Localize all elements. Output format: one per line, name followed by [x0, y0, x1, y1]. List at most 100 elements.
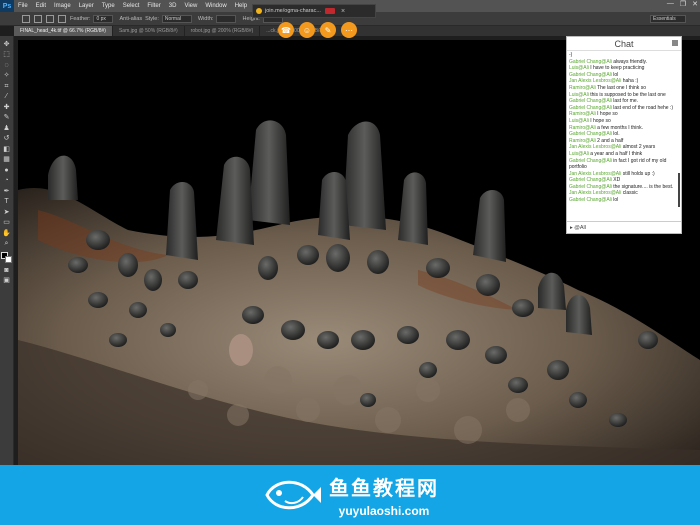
chat-message-user: Ramiro@Ali: [569, 111, 596, 118]
chat-message-text: almost 2 years: [622, 144, 656, 151]
tab-robot[interactable]: robot.jpg @ 200% (RGB/8#): [185, 26, 261, 36]
chat-message: Ramiro@Ali 2 and a half: [569, 138, 677, 145]
chat-button[interactable]: ✎: [320, 22, 336, 38]
menu-edit[interactable]: Edit: [36, 3, 46, 9]
brush-tool-icon[interactable]: ✎: [2, 114, 11, 123]
selection-add-icon[interactable]: [46, 14, 54, 23]
chat-message: Gabriel Chang@Ali lol: [569, 72, 677, 79]
chat-message: Ramiro@Ali I hope so: [569, 111, 677, 118]
menu-window[interactable]: Window: [205, 3, 226, 9]
chat-message-text: I hope so: [597, 111, 618, 118]
screen-mode-icon[interactable]: ▣: [2, 277, 11, 286]
chat-message: Luis@Ali I hope so: [569, 118, 677, 125]
tools-panel: ✥ ⬚ ◌ ✧ ⌗ ⁄ ✚ ✎ ♟ ↺ ◧ ▦ ● ◔ ✒ T ➤ ▭ ✋ ⌕ …: [0, 36, 14, 465]
chat-close-icon[interactable]: [672, 40, 678, 46]
menu-view[interactable]: View: [184, 3, 197, 9]
screenshare-url[interactable]: join.me/ogma-charac...: [265, 8, 321, 14]
background-color-swatch[interactable]: [4, 256, 12, 263]
chat-message-text: this is supposed to be the last one: [590, 91, 666, 98]
chat-input[interactable]: ▸ @All: [567, 221, 681, 233]
dodge-tool-icon[interactable]: ◔: [2, 177, 11, 186]
menu-select[interactable]: Select: [123, 3, 140, 9]
eyedropper-tool-icon[interactable]: ⁄: [2, 93, 11, 102]
chat-message-text: the signature.... is the best.: [613, 183, 674, 190]
chat-message: Jan Alexis Lesbros@Ali still holds up :): [569, 171, 677, 178]
menu-3d[interactable]: 3D: [169, 3, 177, 9]
history-brush-tool-icon[interactable]: ↺: [2, 135, 11, 144]
blur-tool-icon[interactable]: ●: [2, 166, 11, 175]
gradient-tool-icon[interactable]: ▦: [2, 156, 11, 165]
photoshop-logo: Ps: [0, 0, 14, 12]
call-button[interactable]: ☎: [278, 22, 294, 38]
chat-title: Chat: [567, 37, 681, 51]
screenshare-overlay: join.me/ogma-charac... × ☎ ☺ ✎ ⋯: [252, 4, 376, 46]
record-indicator-icon[interactable]: [324, 8, 335, 14]
selection-subtract-icon[interactable]: [58, 14, 66, 23]
menu-type[interactable]: Type: [102, 3, 115, 9]
chat-message: Jan Alexis Lesbros@Ali haha :): [569, 78, 677, 85]
chat-message-user: Gabriel Chang@Ali: [569, 71, 612, 78]
chat-message-user: Jan Alexis Lesbros@Ali: [569, 144, 622, 151]
chat-message-user: Luis@Ali: [569, 117, 589, 124]
stamp-tool-icon[interactable]: ♟: [2, 124, 11, 133]
selection-mode-icon[interactable]: [34, 14, 42, 23]
close-icon[interactable]: ×: [341, 8, 345, 15]
restore-button[interactable]: ❐: [680, 0, 686, 8]
menu-image[interactable]: Image: [54, 3, 71, 9]
chat-input-value: @All: [574, 225, 586, 231]
marquee-preset-icon[interactable]: [22, 14, 30, 23]
chat-message-text: haha :): [622, 78, 639, 85]
chat-message-user: Gabriel Chang@Ali: [569, 58, 612, 65]
move-tool-icon[interactable]: ✥: [2, 40, 11, 49]
chat-message-user: Jan Alexis Lesbros@Ali: [569, 170, 622, 177]
chat-message-text: 2 and a half: [597, 137, 624, 144]
chat-panel: Chat -) Gabriel Chang@Ali always friendly…: [566, 36, 682, 234]
antialias-label[interactable]: Anti-alias: [119, 16, 142, 22]
magic-wand-tool-icon[interactable]: ✧: [2, 72, 11, 81]
shape-tool-icon[interactable]: ▭: [2, 219, 11, 228]
type-tool-icon[interactable]: T: [2, 198, 11, 207]
chat-message-user: Jan Alexis Lesbros@Ali: [569, 190, 622, 197]
menu-help[interactable]: Help: [235, 3, 247, 9]
chat-message: Gabriel Chang@Ali lol.: [569, 131, 677, 138]
tab-sam[interactable]: Sam.jpg @ 50% (RGB/8#): [113, 26, 185, 36]
window-controls: — ❐ ✕: [667, 0, 698, 8]
chat-scrollbar[interactable]: [678, 173, 680, 207]
chat-message-text: classic: [622, 190, 638, 197]
workspace-select[interactable]: Essentials: [650, 15, 686, 23]
chat-message-user: Gabriel Chang@Ali: [569, 104, 612, 111]
site-name: 鱼鱼教程网: [329, 478, 439, 500]
chat-message-text: always friendly.: [613, 58, 648, 65]
pen-tool-icon[interactable]: ✒: [2, 187, 11, 196]
width-input[interactable]: [216, 14, 237, 23]
hand-tool-icon[interactable]: ✋: [2, 229, 11, 238]
color-swatches[interactable]: [0, 252, 13, 264]
path-select-tool-icon[interactable]: ➤: [2, 208, 11, 217]
chat-message-text: lol: [613, 71, 619, 78]
menu-file[interactable]: File: [18, 3, 28, 9]
chat-log[interactable]: -) Gabriel Chang@Ali always friendly. Luis…: [569, 52, 677, 220]
chat-message-text: last for me.: [613, 98, 638, 105]
lasso-tool-icon[interactable]: ◌: [2, 61, 11, 70]
chat-message-user: Ramiro@Ali: [569, 137, 596, 144]
chat-message-text: I hope so: [590, 117, 611, 124]
style-select[interactable]: Normal: [161, 14, 192, 23]
quick-mask-icon[interactable]: ◙: [2, 266, 11, 275]
eraser-tool-icon[interactable]: ◧: [2, 145, 11, 154]
menu-filter[interactable]: Filter: [147, 3, 160, 9]
zoom-tool-icon[interactable]: ⌕: [2, 240, 11, 249]
chat-message: Ramiro@Ali a few months I think.: [569, 125, 677, 132]
healing-tool-icon[interactable]: ✚: [2, 103, 11, 112]
participants-button[interactable]: ☺: [299, 22, 315, 38]
style-label: Style:: [145, 15, 159, 22]
more-button[interactable]: ⋯: [341, 22, 357, 38]
feather-label: Feather:: [70, 15, 91, 22]
close-button[interactable]: ✕: [692, 0, 698, 8]
menu-layer[interactable]: Layer: [79, 3, 94, 9]
marquee-tool-icon[interactable]: ⬚: [2, 51, 11, 60]
crop-tool-icon[interactable]: ⌗: [2, 82, 11, 91]
minimize-button[interactable]: —: [667, 0, 674, 8]
tab-final-head[interactable]: FINAL_head_4k.tif @ 66.7% (RGB/8#): [14, 26, 113, 36]
chat-message: Ramiro@Ali The last one I think so: [569, 85, 677, 92]
feather-input[interactable]: 0 px: [93, 14, 114, 23]
